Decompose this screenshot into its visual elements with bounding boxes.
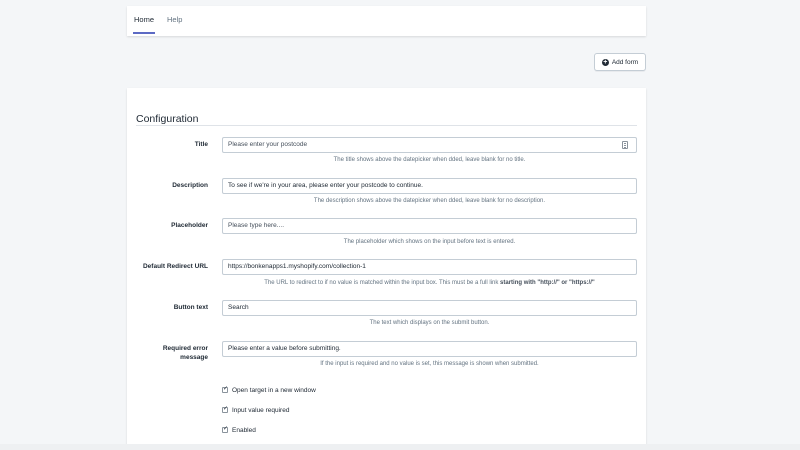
description-input[interactable]: To see if we're in your area, please ent… <box>222 178 637 194</box>
top-nav: Home Help <box>127 6 646 36</box>
placeholder-help: The placeholder which shows on the input… <box>343 239 516 245</box>
description-help: The description shows above the datepick… <box>313 198 546 204</box>
redirect-help-emphasis: starting with "http://" or "https://" <box>500 280 595 286</box>
add-form-button[interactable]: + Add form <box>594 53 646 71</box>
clipboard-icon[interactable] <box>622 141 628 149</box>
title-input-value: Please enter your postcode <box>228 141 308 148</box>
page-bottom-edge <box>0 444 800 450</box>
button-text-label: Button text <box>173 304 208 311</box>
description-input-value: To see if we're in your area, please ent… <box>228 182 423 189</box>
plus-circle-icon: + <box>601 58 609 66</box>
checkbox-checked-icon[interactable] <box>222 405 228 413</box>
required-error-value: Please enter a value before submitting. <box>228 345 341 352</box>
configuration-card: Configuration Title Please enter your po… <box>127 88 646 450</box>
redirect-help-text: The URL to redirect to if no value is ma… <box>264 280 501 286</box>
add-form-label: Add form <box>611 58 639 66</box>
open-new-window-label: Open target in a new window <box>232 386 316 394</box>
button-text-input[interactable]: Search <box>222 300 637 316</box>
redirect-label: Default Redirect URL <box>142 263 208 270</box>
placeholder-label: Placeholder <box>171 222 208 229</box>
required-error-help: If the input is required and no value is… <box>320 361 539 367</box>
required-error-label-line2: message <box>180 354 208 361</box>
input-required-checkbox[interactable]: Input value required <box>222 405 289 415</box>
divider <box>136 125 637 126</box>
checkbox-checked-icon[interactable] <box>222 425 228 433</box>
button-text-value: Search <box>228 304 249 311</box>
required-error-label-line1: Required error <box>162 345 208 352</box>
required-error-label: Required error message <box>118 344 208 362</box>
redirect-help: The URL to redirect to if no value is ma… <box>222 279 637 287</box>
redirect-url-value: https://bonkenapps1.myshopify.com/collec… <box>228 263 366 270</box>
tab-home[interactable]: Home <box>132 6 156 36</box>
title-input[interactable]: Please enter your postcode <box>222 137 637 153</box>
required-error-input[interactable]: Please enter a value before submitting. <box>222 341 637 357</box>
input-required-label: Input value required <box>232 406 290 414</box>
enabled-checkbox[interactable]: Enabled <box>222 425 256 435</box>
title-help: The title shows above the datepicker whe… <box>333 157 526 163</box>
checkbox-checked-icon[interactable] <box>222 385 228 393</box>
redirect-url-input[interactable]: https://bonkenapps1.myshopify.com/collec… <box>222 259 637 275</box>
description-label: Description <box>172 182 208 189</box>
open-new-window-checkbox[interactable]: Open target in a new window <box>222 385 316 395</box>
button-text-help: The text which displays on the submit bu… <box>369 320 490 326</box>
title-label: Title <box>194 141 208 148</box>
placeholder-input-value: Please type here.... <box>228 222 285 229</box>
placeholder-input[interactable]: Please type here.... <box>222 218 637 234</box>
card-title: Configuration <box>136 113 199 125</box>
enabled-label: Enabled <box>232 426 256 434</box>
tab-help[interactable]: Help <box>167 6 182 36</box>
